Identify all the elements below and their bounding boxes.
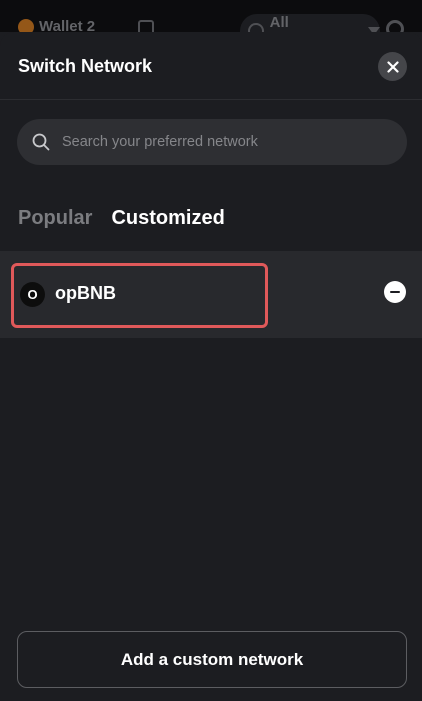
tab-popular[interactable]: Popular (18, 207, 92, 230)
add-custom-network-button[interactable]: Add a custom network (17, 631, 407, 688)
network-name: opBNB (55, 283, 116, 303)
wallet-avatar-icon (18, 18, 34, 32)
highlight-box (11, 263, 268, 328)
search-input[interactable] (60, 133, 384, 151)
wallet-name: Wallet 2 (39, 18, 96, 32)
close-icon (386, 60, 399, 73)
network-list-item[interactable]: O opBNB (0, 251, 422, 338)
network-filter: All Networks (240, 14, 380, 32)
tab-customized[interactable]: Customized (111, 207, 224, 230)
search-bar[interactable] (17, 119, 407, 165)
copy-icon (138, 20, 154, 32)
network-filter-label: All Networks (269, 14, 338, 32)
remove-network-button[interactable] (384, 281, 406, 303)
search-icon (32, 133, 50, 151)
sheet-title: Switch Network (18, 56, 153, 76)
background-header: Wallet 2 All Networks (0, 0, 422, 32)
globe-icon (248, 23, 264, 32)
settings-icon (386, 20, 404, 32)
switch-network-sheet: Switch Network Popular Customized O opBN… (0, 32, 422, 701)
wallet-selector: Wallet 2 (18, 18, 95, 32)
minus-icon (390, 290, 400, 294)
opbnb-logo-icon: O (20, 282, 45, 307)
close-button[interactable] (378, 52, 407, 81)
network-tabs: Popular Customized (18, 207, 225, 230)
sheet-header: Switch Network (0, 32, 422, 100)
